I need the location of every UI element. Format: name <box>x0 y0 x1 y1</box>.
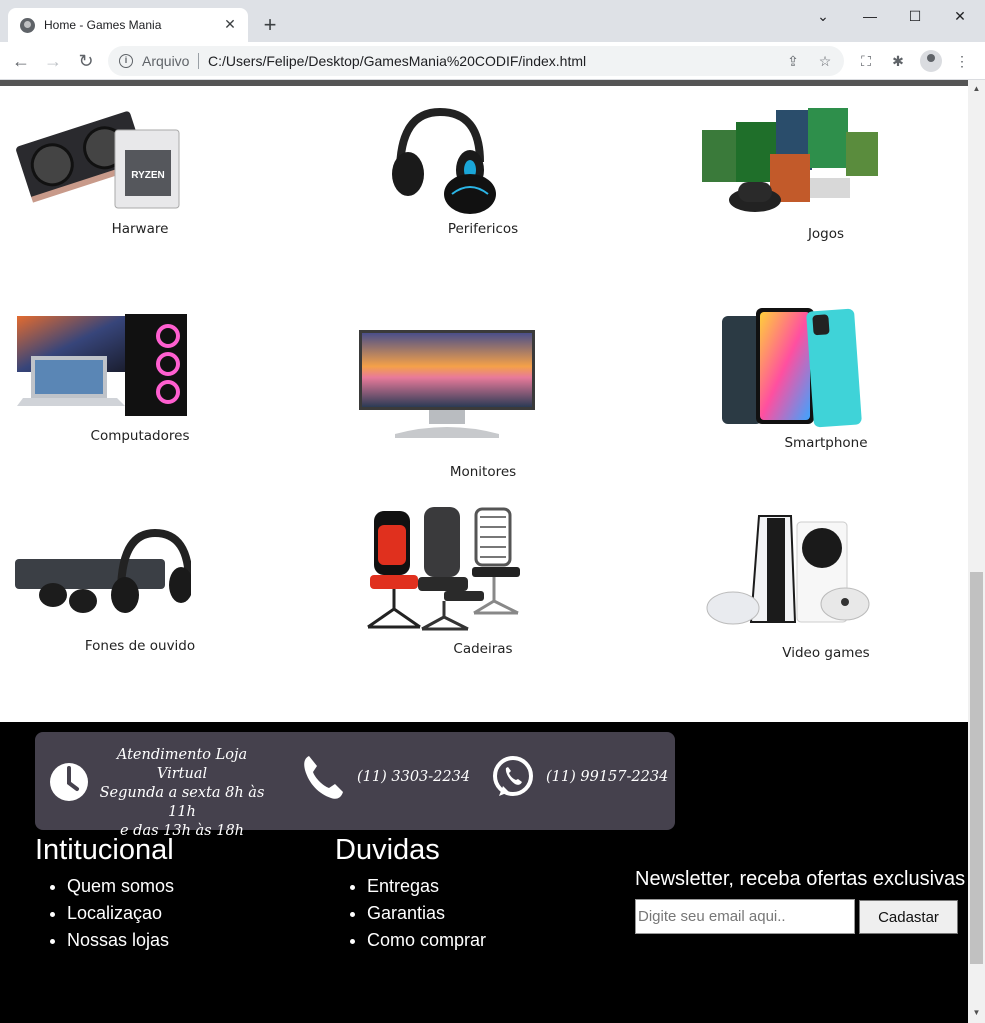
service-hours-weekdays: Segunda a sexta 8h às 11h <box>99 785 265 820</box>
footer-link-location[interactable]: Localizaçao <box>67 900 174 927</box>
address-url[interactable]: C:/Users/Felipe/Desktop/GamesMania%20COD… <box>208 53 586 69</box>
scroll-up-icon[interactable]: ▲ <box>968 82 985 96</box>
institutional-title: Intitucional <box>35 834 174 866</box>
window-close-icon[interactable]: ✕ <box>940 4 980 28</box>
tab-title: Home - Games Mania <box>44 18 162 32</box>
footer-link-how-to-buy[interactable]: Como comprar <box>367 927 486 954</box>
address-bar[interactable]: i Arquivo C:/Users/Felipe/Desktop/GamesM… <box>108 46 844 76</box>
extensions-icon[interactable]: ✱ <box>888 51 908 71</box>
maximize-icon[interactable]: ☐ <box>895 4 935 28</box>
product-label[interactable]: Computadores <box>91 428 190 444</box>
browser-tab-strip: Home - Games Mania ✕ + ⌄ — ☐ ✕ <box>0 0 985 42</box>
share-icon[interactable]: ⇪ <box>784 52 802 70</box>
institutional-list: Quem somos Localizaçao Nossas lojas <box>35 873 174 954</box>
smartphone-image <box>720 306 864 430</box>
monitors-image <box>359 328 535 438</box>
browser-toolbar: ← → ↻ i Arquivo C:/Users/Felipe/Desktop/… <box>0 42 985 80</box>
info-icon[interactable]: i <box>119 54 133 68</box>
bookmark-star-icon[interactable]: ☆ <box>816 52 834 70</box>
address-scheme: Arquivo <box>142 53 190 69</box>
footer: Atendimento Loja Virtual Segunda a sexta… <box>0 722 968 1023</box>
screen-capture-icon[interactable]: ⛶ <box>856 51 876 71</box>
footer-doubts: Duvidas Entregas Garantias Como comprar <box>335 833 486 954</box>
footer-link-warranties[interactable]: Garantias <box>367 900 486 927</box>
reload-icon[interactable]: ↻ <box>74 49 98 73</box>
hardware-image: RYZEN <box>15 100 191 218</box>
phone-number[interactable]: (11) 3303-2234 <box>357 769 470 785</box>
scrollbar-thumb[interactable] <box>970 572 983 964</box>
service-hours-title: Atendimento Loja Virtual <box>116 747 248 782</box>
footer-link-stores[interactable]: Nossas lojas <box>67 927 174 954</box>
tab-search-icon[interactable]: ⌄ <box>803 4 843 28</box>
page-header-band <box>0 80 968 86</box>
new-tab-icon[interactable]: + <box>258 14 282 38</box>
video-games-image <box>705 512 873 630</box>
product-label[interactable]: Smartphone <box>784 435 867 451</box>
computers-image <box>17 312 189 418</box>
product-label[interactable]: Monitores <box>450 464 516 480</box>
product-label[interactable]: Harware <box>112 221 169 237</box>
footer-institutional: Intitucional Quem somos Localizaçao Noss… <box>35 833 174 954</box>
clock-icon <box>50 763 88 801</box>
service-hours: Atendimento Loja Virtual Segunda a sexta… <box>97 746 267 841</box>
menu-icon[interactable]: ⋮ <box>952 51 972 71</box>
chairs-image <box>364 505 532 633</box>
minimize-icon[interactable]: — <box>850 4 890 28</box>
doubts-list: Entregas Garantias Como comprar <box>335 873 486 954</box>
contact-box: Atendimento Loja Virtual Segunda a sexta… <box>35 732 675 839</box>
footer-link-deliveries[interactable]: Entregas <box>367 873 486 900</box>
newsletter-title: Newsletter, receba ofertas exclusivas <box>635 868 966 890</box>
peripherals-image <box>380 102 506 216</box>
product-label[interactable]: Cadeiras <box>453 641 512 657</box>
close-tab-icon[interactable]: ✕ <box>220 14 240 34</box>
product-label[interactable]: Fones de ouvido <box>85 638 195 654</box>
svg-text:RYZEN: RYZEN <box>131 170 165 181</box>
product-label[interactable]: Perifericos <box>448 221 518 237</box>
product-label[interactable]: Video games <box>782 645 869 661</box>
globe-icon <box>20 18 35 33</box>
product-label[interactable]: Jogos <box>808 226 844 242</box>
footer-link-about[interactable]: Quem somos <box>67 873 174 900</box>
back-icon[interactable]: ← <box>9 49 33 73</box>
whatsapp-icon <box>493 756 533 796</box>
browser-tab[interactable]: Home - Games Mania ✕ <box>8 8 248 42</box>
address-divider <box>198 53 199 69</box>
phone-icon <box>304 756 343 799</box>
games-image <box>700 104 880 218</box>
forward-icon[interactable]: → <box>41 49 65 73</box>
scroll-down-icon[interactable]: ▼ <box>968 1006 985 1020</box>
profile-avatar[interactable] <box>920 50 942 72</box>
newsletter-submit-button[interactable]: Cadastar <box>859 900 958 934</box>
newsletter-email-input[interactable] <box>635 899 855 934</box>
whatsapp-number[interactable]: (11) 99157-2234 <box>546 769 668 785</box>
doubts-title: Duvidas <box>335 834 440 866</box>
headphones-image <box>15 523 191 615</box>
